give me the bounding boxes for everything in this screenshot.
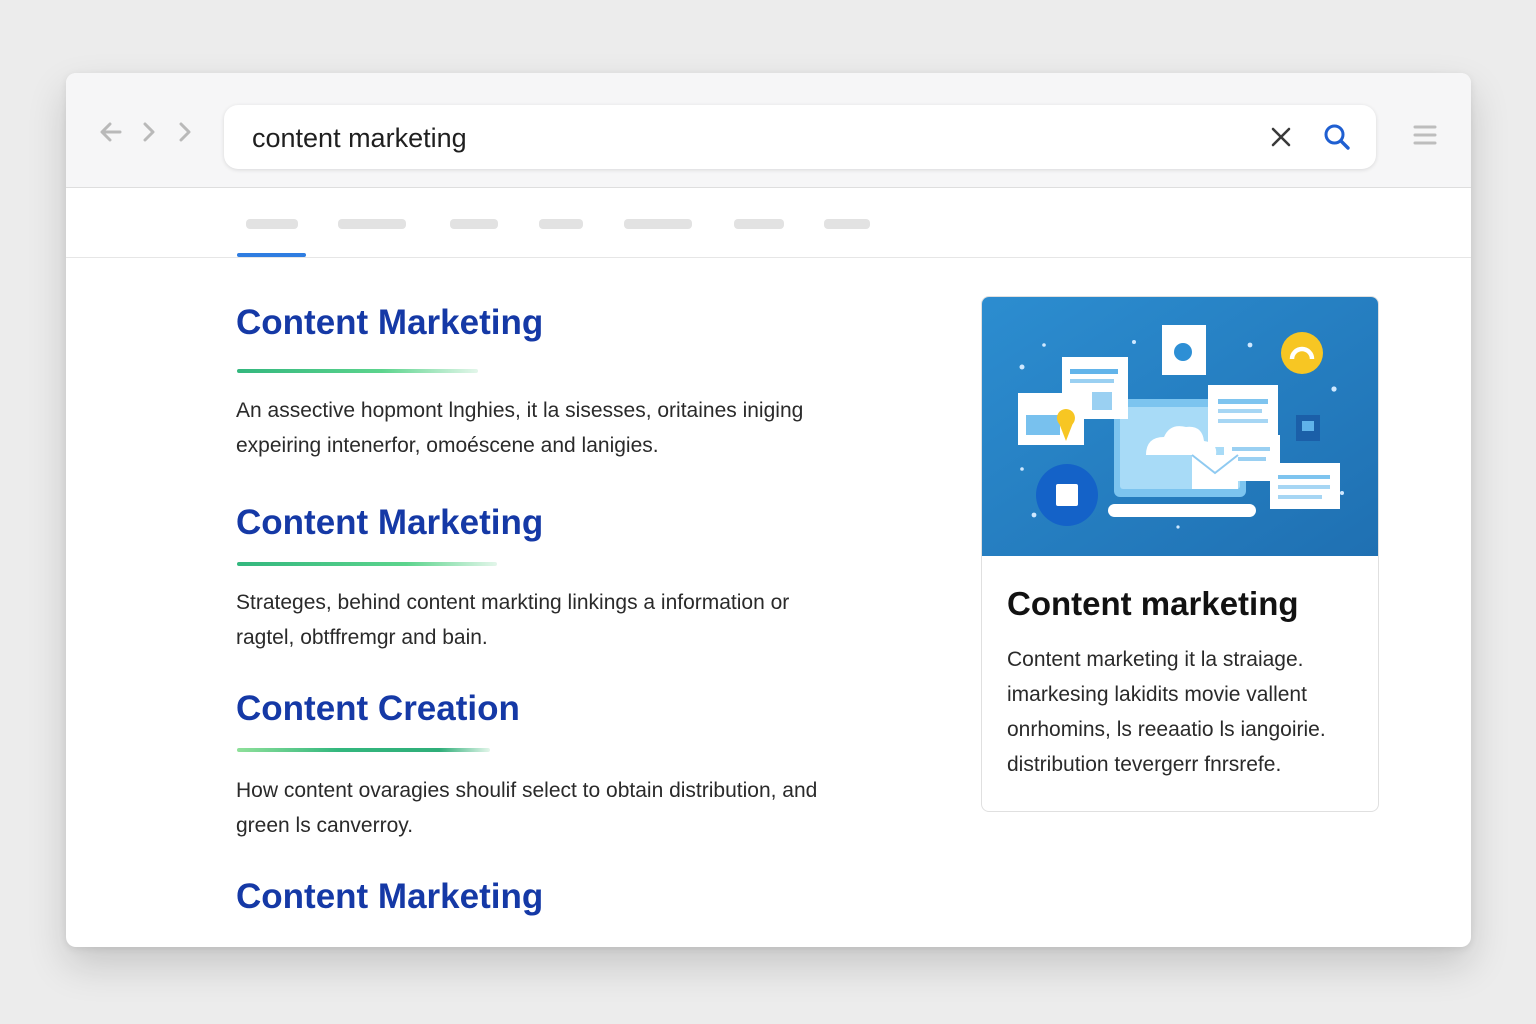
title-underline: [237, 562, 497, 566]
panel-title: Content marketing: [1007, 585, 1299, 623]
knowledge-panel: Content marketing Content marketing it l…: [981, 296, 1379, 812]
tab-placeholder[interactable]: [246, 219, 298, 229]
result-title-link[interactable]: Content Creation: [236, 689, 520, 729]
panel-text-line: distribution tevergerr fnrsrefe.: [1007, 747, 1367, 782]
title-underline: [237, 748, 490, 752]
snippet-line: expeiring intenerfor, omoéscene and lani…: [236, 428, 916, 463]
result-title-link[interactable]: Content Marketing: [236, 503, 543, 543]
browser-window: Content Marketing An assective hopmont l…: [66, 73, 1471, 947]
forward-chevron-icon[interactable]: [136, 119, 162, 145]
snippet-line: Strateges, behind content markting linki…: [236, 585, 916, 620]
tab-placeholder[interactable]: [338, 219, 406, 229]
search-result: Content Marketing Strateges, behind cont…: [236, 503, 543, 543]
browser-toolbar: [66, 73, 1471, 188]
tab-placeholder[interactable]: [824, 219, 870, 229]
panel-text-line: imarkesing lakidits movie vallent: [1007, 677, 1367, 712]
tab-placeholder[interactable]: [450, 219, 498, 229]
panel-description: Content marketing it la straiage. imarke…: [1007, 642, 1367, 782]
result-title-link[interactable]: Content Marketing: [236, 303, 543, 343]
tab-placeholder[interactable]: [734, 219, 784, 229]
panel-text-line: onrhomins, ls reeaatio ls iangoirie.: [1007, 712, 1367, 747]
panel-text-line: Content marketing it la straiage.: [1007, 642, 1367, 677]
search-icon[interactable]: [1322, 122, 1352, 152]
search-bar: [224, 105, 1376, 169]
result-snippet: Strateges, behind content markting linki…: [236, 585, 916, 655]
search-tabs: [66, 187, 1471, 258]
content-marketing-illustration: [982, 297, 1378, 556]
search-input[interactable]: [250, 115, 1234, 161]
snippet-line: ragtel, obtffremgr and bain.: [236, 620, 916, 655]
menu-icon[interactable]: [1412, 123, 1438, 147]
title-underline: [237, 369, 478, 373]
active-tab-indicator: [237, 253, 306, 257]
forward-chevron-icon[interactable]: [172, 119, 198, 145]
tab-placeholder[interactable]: [539, 219, 583, 229]
search-result: Content Marketing: [236, 877, 543, 917]
snippet-line: An assective hopmont lnghies, it la sise…: [236, 393, 916, 428]
snippet-line: How content ovaragies shoulif select to …: [236, 773, 916, 808]
tab-placeholder[interactable]: [624, 219, 692, 229]
search-result: Content Creation How content ovaragies s…: [236, 689, 520, 729]
result-snippet: An assective hopmont lnghies, it la sise…: [236, 393, 916, 463]
close-icon[interactable]: [1268, 124, 1294, 150]
snippet-line: green ls canverroy.: [236, 808, 916, 843]
result-title-link[interactable]: Content Marketing: [236, 877, 543, 917]
back-arrow-icon[interactable]: [98, 119, 124, 145]
search-result: Content Marketing An assective hopmont l…: [236, 303, 543, 343]
result-snippet: How content ovaragies shoulif select to …: [236, 773, 916, 843]
